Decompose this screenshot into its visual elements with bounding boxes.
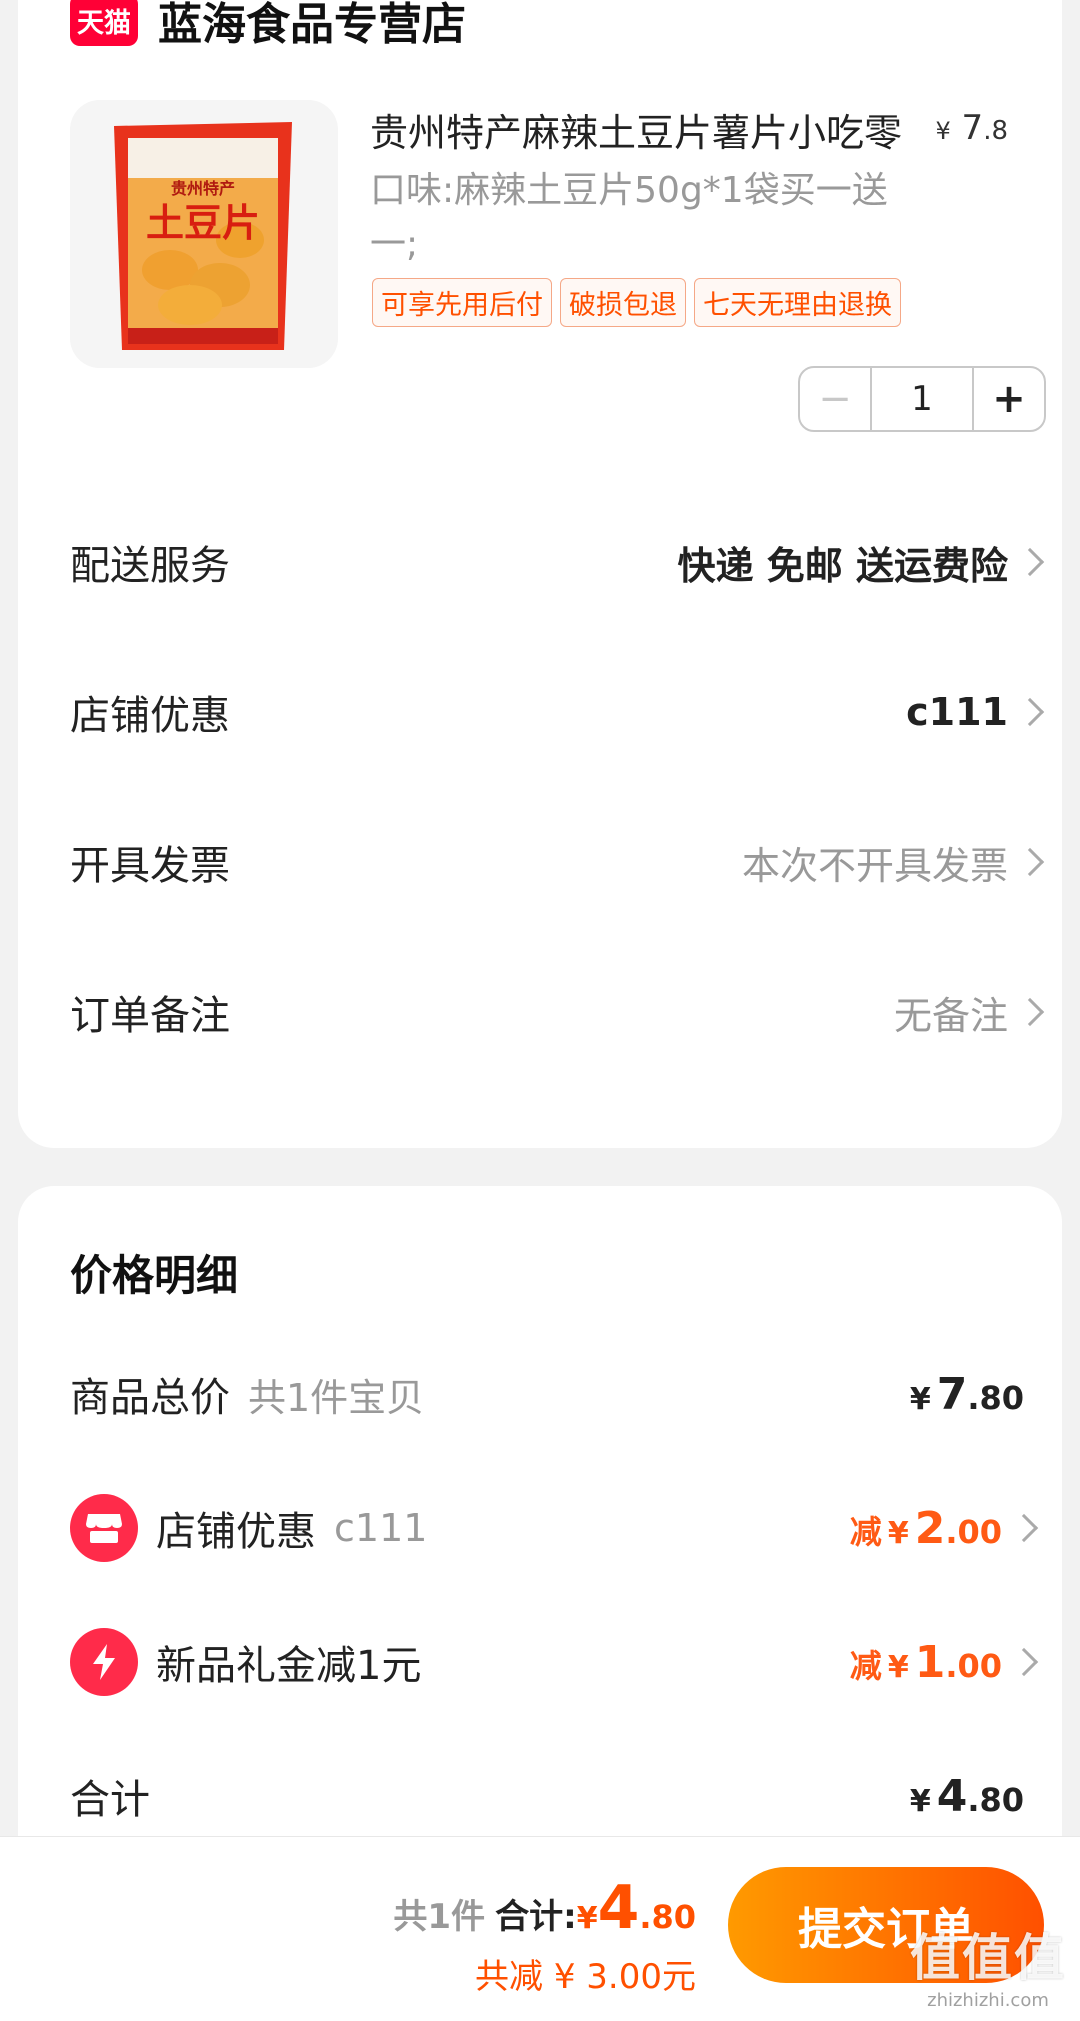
shop-discount-label: 店铺优惠 bbox=[156, 1509, 316, 1555]
quantity-input[interactable]: 1 bbox=[872, 368, 972, 430]
product-package-image: 贵州特产 土豆片 bbox=[70, 100, 338, 368]
lightning-icon bbox=[70, 1628, 138, 1696]
bottom-item-count: 共1件 bbox=[393, 1897, 486, 1937]
tag-7day-return: 七天无理由退换 bbox=[694, 278, 901, 327]
bottom-saved-amount: 共减 ¥ 3.00元 bbox=[475, 1957, 696, 1997]
delivery-service-label: 配送服务 bbox=[70, 543, 230, 589]
shop-icon bbox=[70, 1494, 138, 1562]
product-price: ¥ 7.8 bbox=[935, 108, 1008, 148]
product-image[interactable]: 贵州特产 土豆片 bbox=[70, 100, 338, 368]
shop-discount-amount: 减 ¥ 2.00 bbox=[849, 1502, 1002, 1554]
bottom-total-int: 4 bbox=[597, 1873, 640, 1943]
chevron-right-icon bbox=[1015, 997, 1045, 1027]
bottom-submit-bar: 共1件 合计: ¥ 4.80 共减 ¥ 3.00元 提交订单 值值值 zhizh… bbox=[0, 1836, 1080, 2021]
bottom-total-label: 合计: bbox=[495, 1897, 577, 1937]
service-tags: 可享先用后付 破损包退 七天无理由退换 bbox=[372, 278, 901, 327]
shop-discount-code: c111 bbox=[334, 1506, 428, 1550]
shop-coupon-label: 店铺优惠 bbox=[70, 693, 230, 739]
chevron-right-icon bbox=[1015, 697, 1045, 727]
new-gift-row[interactable]: 新品礼金减1元 减 ¥ 1.00 bbox=[70, 1622, 1040, 1702]
goods-total-row: 商品总价 共1件宝贝 ¥ 7.80 bbox=[70, 1354, 1040, 1434]
tmall-logo: 天猫 bbox=[70, 0, 138, 46]
bottom-total: 共1件 合计: ¥ 4.80 bbox=[393, 1873, 696, 1943]
invoice-value: 本次不开具发票 bbox=[741, 843, 1008, 888]
order-note-row[interactable]: 订单备注 无备注 bbox=[70, 972, 1046, 1052]
total-amount: ¥ 4.80 bbox=[909, 1770, 1024, 1822]
new-gift-amount: 减 ¥ 1.00 bbox=[849, 1636, 1002, 1688]
package-origin-text: 贵州特产 bbox=[171, 179, 235, 198]
shop-name[interactable]: 蓝海食品专营店 bbox=[158, 0, 466, 52]
invoice-row[interactable]: 开具发票 本次不开具发票 bbox=[70, 822, 1046, 902]
tag-pay-later: 可享先用后付 bbox=[372, 278, 552, 327]
order-note-label: 订单备注 bbox=[70, 993, 230, 1039]
increase-button[interactable]: + bbox=[972, 368, 1044, 430]
site-watermark: 值值值 zhizhizhi.com bbox=[910, 1929, 1066, 2011]
quantity-stepper: − 1 + bbox=[798, 366, 1046, 432]
order-note-value: 无备注 bbox=[893, 993, 1008, 1038]
delivery-service-row[interactable]: 配送服务 快递 免邮 送运费险 bbox=[70, 522, 1046, 602]
delivery-service-value: 快递 免邮 送运费险 bbox=[677, 543, 1008, 588]
package-title-text: 土豆片 bbox=[146, 200, 260, 245]
product-name[interactable]: 贵州特产麻辣土豆片薯片小吃零 bbox=[370, 102, 930, 157]
goods-total-label: 商品总价 bbox=[70, 1375, 230, 1421]
decrease-button[interactable]: − bbox=[800, 368, 872, 430]
price-detail-title: 价格明细 bbox=[70, 1251, 239, 1300]
total-row: 合计 ¥ 4.80 bbox=[70, 1756, 1040, 1836]
shop-coupon-value: c111 bbox=[906, 690, 1008, 734]
product-sku[interactable]: 口味:麻辣土豆片50g*1袋买一送一; bbox=[370, 164, 890, 272]
shop-coupon-row[interactable]: 店铺优惠 c111 bbox=[70, 672, 1046, 752]
tag-damage-refund: 破损包退 bbox=[560, 278, 686, 327]
chevron-right-icon bbox=[1015, 847, 1045, 877]
new-gift-label: 新品礼金减1元 bbox=[156, 1643, 422, 1689]
chevron-right-icon bbox=[1009, 1513, 1039, 1543]
order-card: 天猫 蓝海食品专营店 贵州特产 土豆片 贵州特产麻辣土豆片薯片小吃零 ¥ 7.8… bbox=[18, 0, 1062, 1148]
total-label: 合计 bbox=[70, 1777, 150, 1823]
shop-header[interactable]: 天猫 蓝海食品专营店 bbox=[70, 0, 466, 52]
chevron-right-icon bbox=[1015, 547, 1045, 577]
chevron-right-icon bbox=[1009, 1647, 1039, 1677]
goods-total-amount: ¥ 7.80 bbox=[909, 1368, 1024, 1420]
shop-discount-row[interactable]: 店铺优惠 c111 减 ¥ 2.00 bbox=[70, 1488, 1040, 1568]
goods-total-count: 共1件宝贝 bbox=[248, 1375, 425, 1420]
invoice-label: 开具发票 bbox=[70, 843, 230, 889]
